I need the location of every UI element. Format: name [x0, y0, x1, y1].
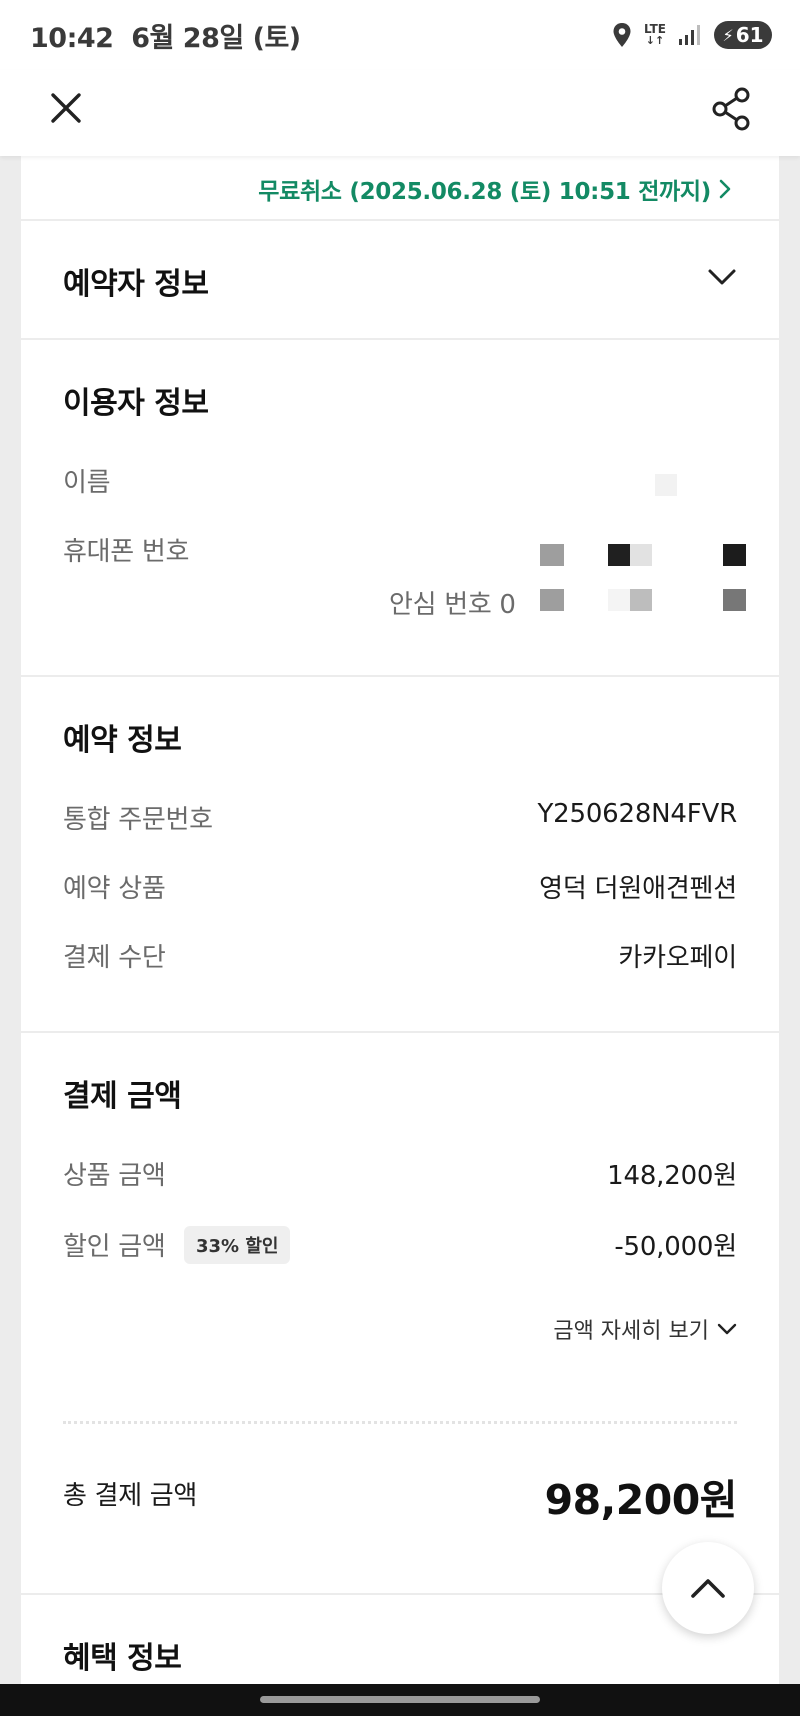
- signal-icon: [679, 25, 700, 45]
- app-bar: [0, 70, 800, 156]
- benefit-info-section: 혜택 정보: [21, 1595, 779, 1684]
- bolt-icon: ⚡: [722, 25, 734, 45]
- clock-time: 10:42: [30, 22, 114, 54]
- booker-info-title: 예약자 정보: [63, 267, 209, 302]
- cancel-policy-card: 무료취소 (2025.06.28 (토) 10:51 전까지): [21, 156, 779, 219]
- discount-row: 할인 금액 33% 할인 -50,000원: [21, 1226, 779, 1266]
- product-price-label: 상품 금액: [63, 1161, 166, 1191]
- product-label: 예약 상품: [63, 874, 166, 904]
- status-icons: LTE ↓↑ ⚡ 61: [612, 21, 772, 49]
- chevron-right-icon: [719, 179, 731, 199]
- free-cancel-text: 무료취소 (2025.06.28 (토) 10:51 전까지): [258, 179, 711, 205]
- order-number-label: 통합 주문번호: [63, 805, 213, 835]
- reservation-info-section: 예약 정보 통합 주문번호 Y250628N4FVR 예약 상품 영덕 더원애견…: [21, 677, 779, 1031]
- scroll-to-top-button[interactable]: [662, 1542, 754, 1634]
- total-price-label: 총 결제 금액: [63, 1481, 198, 1511]
- reservation-info-title: 예약 정보: [63, 723, 182, 758]
- benefit-info-title: 혜택 정보: [63, 1641, 182, 1676]
- home-gesture-handle[interactable]: [260, 1696, 540, 1703]
- price-detail-text: 금액 자세히 보기: [553, 1319, 709, 1344]
- booker-info-section[interactable]: 예약자 정보: [21, 221, 779, 338]
- share-icon[interactable]: [708, 84, 756, 134]
- price-detail-toggle[interactable]: 금액 자세히 보기: [553, 1313, 737, 1345]
- phone-label: 휴대폰 번호: [63, 537, 190, 567]
- chevron-down-icon[interactable]: [707, 267, 737, 287]
- safe-number-label: 안심 번호 0: [389, 590, 516, 620]
- chevron-up-icon: [691, 1579, 725, 1598]
- chevron-down-icon: [717, 1323, 737, 1335]
- payment-amount-section: 결제 금액 상품 금액 148,200원 할인 금액 33% 할인 -50,00…: [21, 1033, 779, 1593]
- status-bar: 10:42 6월 28일 (토) LTE ↓↑ ⚡ 61: [0, 0, 800, 70]
- battery-indicator: ⚡ 61: [714, 21, 772, 49]
- user-info-section: 이용자 정보 이름 휴대폰 번호 안심 번호 0: [21, 340, 779, 675]
- divider: [63, 1421, 737, 1424]
- name-label: 이름: [63, 468, 111, 498]
- close-icon[interactable]: [44, 86, 88, 130]
- clock-date: 6월 28일 (토): [131, 22, 301, 54]
- battery-level: 61: [735, 23, 764, 47]
- user-info-title: 이용자 정보: [63, 386, 209, 421]
- discount-label: 할인 금액: [63, 1232, 166, 1262]
- location-icon: [613, 23, 631, 47]
- payment-method-label: 결제 수단: [63, 943, 166, 973]
- product-price-value: 148,200원: [607, 1161, 737, 1191]
- product-value: 영덕 더원애견펜션: [539, 874, 737, 904]
- total-price-value: 98,200원: [544, 1476, 738, 1524]
- free-cancel-link[interactable]: 무료취소 (2025.06.28 (토) 10:51 전까지): [258, 172, 731, 206]
- order-number-value: Y250628N4FVR: [537, 799, 737, 829]
- system-nav-bar: [0, 1684, 800, 1716]
- discount-badge: 33% 할인: [184, 1226, 291, 1264]
- status-time: 10:42 6월 28일 (토): [30, 16, 301, 55]
- payment-amount-title: 결제 금액: [63, 1079, 182, 1114]
- network-icon: LTE ↓↑: [643, 22, 666, 47]
- discount-value: -50,000원: [614, 1232, 737, 1262]
- payment-method-value: 카카오페이: [618, 943, 737, 973]
